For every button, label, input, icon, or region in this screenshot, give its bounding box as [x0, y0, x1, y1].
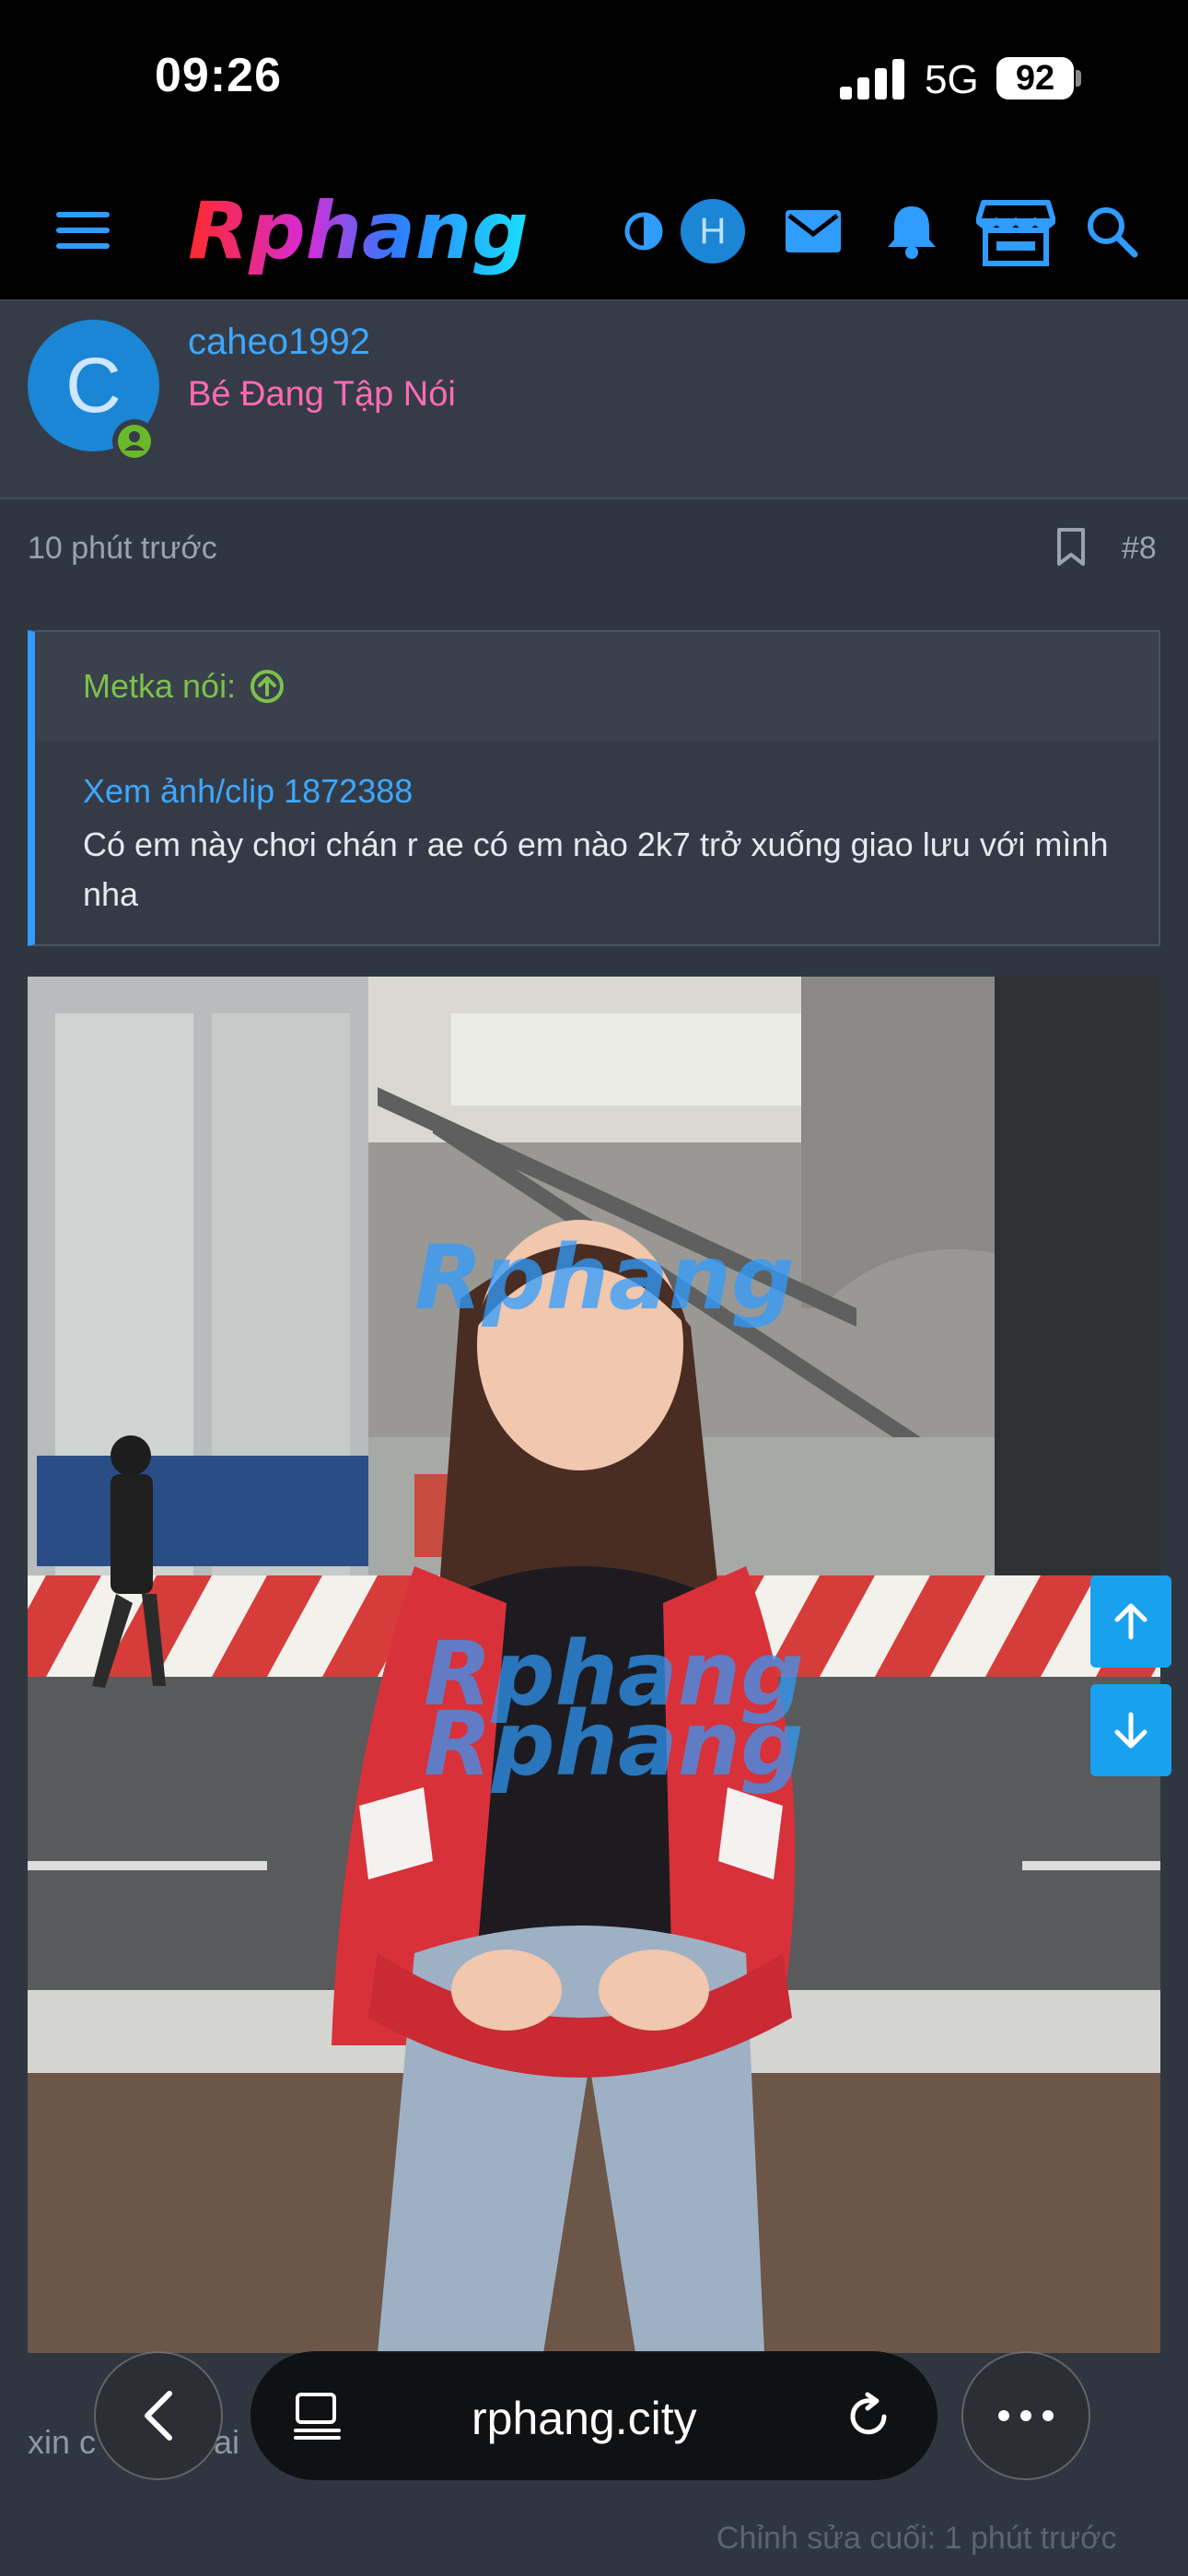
tab-overview-button[interactable] — [293, 2390, 343, 2446]
search-button[interactable] — [1079, 199, 1144, 263]
scroll-to-top-button[interactable] — [1090, 1575, 1171, 1668]
bookmark-button[interactable] — [1055, 527, 1087, 572]
signal-strength-icon — [840, 59, 904, 100]
jump-to-quote-icon — [250, 670, 285, 703]
battery-tip — [1076, 70, 1081, 87]
quote-header: Metka nói: — [35, 632, 1159, 741]
post-author-block: C caheo1992 Bé Đang Tập Nói — [0, 301, 1188, 499]
theme-toggle-button[interactable] — [621, 208, 667, 254]
edit-note: Chỉnh sửa cuối: 1 phút trước — [716, 2521, 1117, 2556]
site-header: Rphang H — [0, 166, 1188, 301]
tabs-icon — [294, 2393, 341, 2440]
scroll-to-bottom-button[interactable] — [1090, 1684, 1171, 1776]
network-type: 5G — [925, 57, 979, 102]
store-button[interactable] — [974, 195, 1057, 269]
user-avatar-initial: H — [699, 210, 727, 252]
site-logo[interactable]: Rphang — [184, 185, 553, 278]
browser-more-button[interactable] — [961, 2351, 1090, 2480]
arrow-up-icon — [1114, 1603, 1147, 1640]
reload-icon — [850, 2392, 887, 2435]
quote-text: Có em này chơi chán r ae có em nào 2k7 t… — [83, 825, 1109, 913]
status-bar: 09:26 5G 92 — [0, 0, 1188, 166]
url-text: rphang.city — [472, 2393, 697, 2444]
logo-text: Rphang — [188, 186, 529, 277]
mail-icon — [786, 210, 841, 252]
theme-toggle-icon — [624, 212, 663, 251]
post-number-link[interactable]: #8 — [1122, 531, 1157, 567]
browser-back-button[interactable] — [94, 2351, 223, 2480]
post-photo[interactable]: Rphang Rphang Rphang — [28, 977, 1160, 2353]
quote-media-link[interactable]: Xem ảnh/clip 1872388 — [83, 772, 413, 811]
post-author-initial: C — [65, 342, 122, 428]
status-time: 09:26 — [155, 49, 282, 102]
reload-button[interactable] — [844, 2392, 893, 2446]
menu-icon — [56, 212, 110, 249]
search-icon — [1088, 207, 1138, 258]
arrow-down-icon — [1114, 1712, 1147, 1749]
battery-indicator: 92 — [996, 57, 1074, 100]
store-icon — [976, 200, 1055, 266]
bookmark-icon — [1057, 528, 1085, 566]
watermark-text: Rphang — [424, 1692, 804, 1796]
notifications-button[interactable] — [879, 197, 944, 265]
quote-block: Metka nói: Xem ảnh/clip 1872388 Có em nà… — [28, 630, 1160, 946]
menu-button[interactable] — [55, 203, 111, 258]
user-avatar-button[interactable]: H — [681, 199, 745, 263]
bell-icon — [888, 206, 936, 259]
online-status-icon — [112, 419, 157, 463]
quote-author: Metka nói: — [83, 667, 237, 705]
chevron-left-icon — [145, 2391, 172, 2441]
watermark-text: Rphang — [414, 1226, 795, 1329]
quote-author-link[interactable]: Metka nói: — [83, 667, 285, 706]
address-bar[interactable]: rphang.city — [250, 2351, 938, 2480]
post-author-username[interactable]: caheo1992 — [188, 322, 370, 363]
post-timestamp[interactable]: 10 phút trước — [28, 531, 217, 567]
more-options-icon — [998, 2410, 1054, 2421]
messages-button[interactable] — [781, 199, 845, 263]
post-author-title: Bé Đang Tập Nói — [188, 375, 456, 414]
